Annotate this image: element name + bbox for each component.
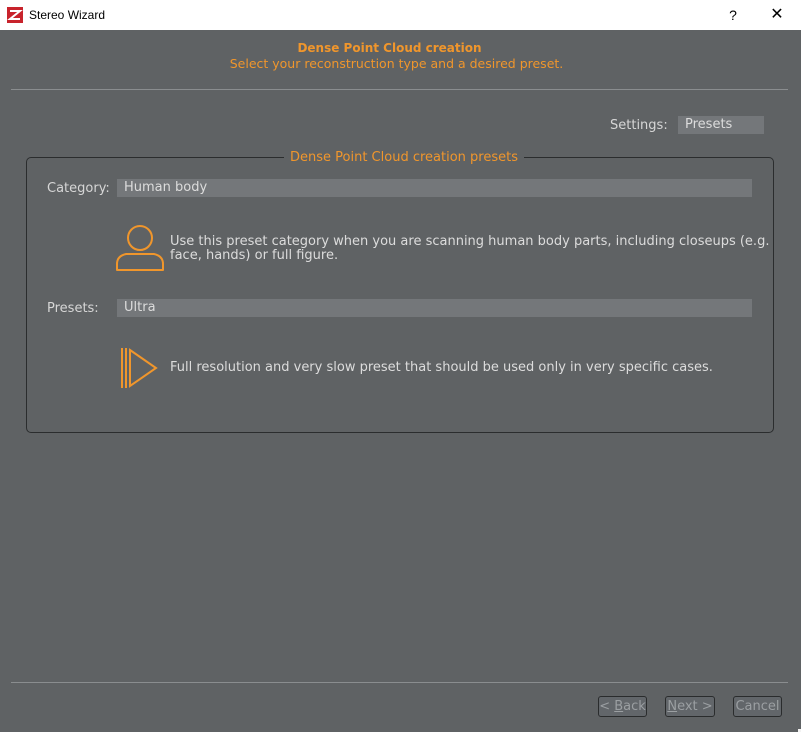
back-button-prefix: < [599,699,615,714]
window-title: Stereo Wizard [29,8,106,22]
next-button-rest: ext > [677,699,713,714]
page-subtitle: Select your reconstruction type and a de… [229,56,564,71]
back-button[interactable]: < Back [598,696,647,717]
ultra-preset-icon [121,348,158,388]
back-button-mnemonic: B [614,699,624,714]
cancel-button[interactable]: Cancel [733,696,782,717]
header-divider [11,89,788,90]
page-title: Dense Point Cloud creation [297,41,482,55]
category-description-line2: face, hands) or full figure. [170,248,339,263]
app-logo-icon [7,7,23,23]
category-label: Category: [47,181,110,196]
preset-description: Full resolution and very slow preset tha… [170,360,713,375]
next-button[interactable]: Next > [665,696,715,717]
settings-select[interactable]: Presets [678,116,764,134]
footer-divider [11,682,788,683]
presets-group-legend: Dense Point Cloud creation presets [284,150,524,165]
presets-label: Presets: [47,301,99,316]
presets-groupbox [26,157,774,433]
human-body-icon [116,225,164,271]
back-button-rest: ack [623,699,646,714]
category-description-line1: Use this preset category when you are sc… [170,234,770,249]
close-button[interactable]: ✕ [754,0,800,30]
settings-label: Settings: [610,118,668,133]
help-button[interactable]: ? [710,0,756,30]
category-select[interactable]: Human body [117,179,752,197]
title-bar: Stereo Wizard ? ✕ [0,0,801,30]
presets-select[interactable]: Ultra [117,299,752,317]
category-description: Use this preset category when you are sc… [170,235,769,263]
next-button-mnemonic: N [667,699,678,714]
